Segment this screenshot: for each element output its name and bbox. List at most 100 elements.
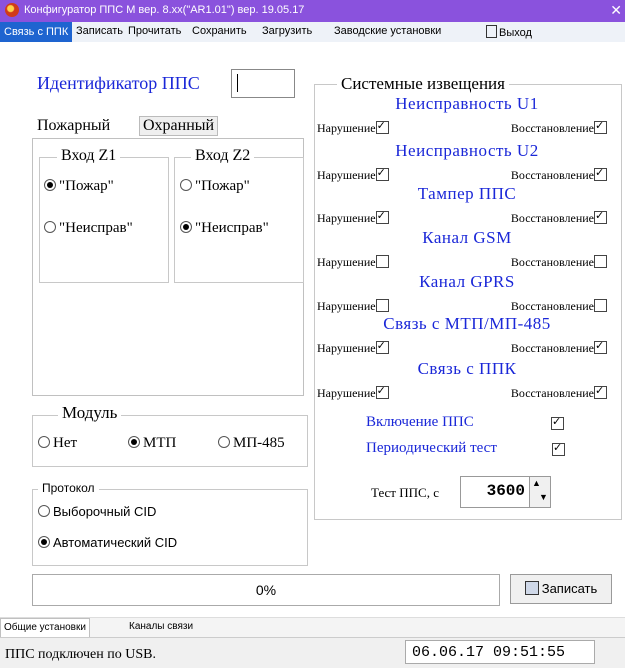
tab-communication-channels[interactable]: Каналы связи (129, 621, 193, 632)
tab-security[interactable]: Охранный (139, 116, 219, 136)
violation-option[interactable]: Нарушение (317, 255, 389, 270)
violation-option[interactable]: Нарушение (317, 384, 389, 401)
violation-option[interactable]: Нарушение (317, 166, 389, 183)
module-none-radio[interactable] (38, 436, 50, 448)
protocol-auto-radio[interactable] (38, 536, 50, 548)
close-icon[interactable]: ✕ (610, 2, 622, 19)
zone-z1-option-fault[interactable]: "Неисправ" (44, 220, 133, 237)
tab-general-settings[interactable]: Общие установки (0, 618, 90, 638)
text-cursor (237, 74, 238, 92)
menu-item-connect[interactable]: Связь с ППК (0, 22, 73, 42)
restore-option[interactable]: Восстановление (511, 209, 607, 226)
zone-z1-fault-radio[interactable] (44, 221, 56, 233)
spin-up-icon[interactable]: ▲ (532, 478, 541, 488)
zone-z1-title: Вход Z1 (57, 147, 121, 165)
notification-row: Нарушение Восстановление (317, 166, 607, 183)
zone-z2-fire-radio[interactable] (180, 179, 192, 191)
module-mtp-radio[interactable] (128, 436, 140, 448)
module-mp485-radio[interactable] (218, 436, 230, 448)
restore-checkbox[interactable] (594, 166, 607, 181)
restore-option[interactable]: Восстановление (511, 299, 607, 314)
protocol-option-selective[interactable]: Выборочный CID (38, 504, 156, 519)
notification-row: Нарушение Восстановление (317, 119, 607, 136)
notification-title: Связь с МТП/МП-485 (383, 314, 551, 333)
restore-option[interactable]: Восстановление (511, 255, 607, 270)
zone-z1-option-fire[interactable]: "Пожар" (44, 178, 114, 195)
status-message: ППС подключен по USB. (5, 647, 156, 662)
notification-title: Неисправность U2 (395, 141, 539, 160)
zone-z2-option-fault[interactable]: "Неисправ" (180, 220, 269, 237)
violation-option[interactable]: Нарушение (317, 209, 389, 226)
zone-z1-fire-label: "Пожар" (59, 178, 114, 194)
pps-on-label: Включение ППС (366, 414, 474, 430)
violation-option[interactable]: Нарушение (317, 299, 389, 314)
progress-bar: 0% (32, 574, 500, 606)
violation-checkbox[interactable] (375, 299, 389, 312)
module-option-none[interactable]: Нет (38, 435, 77, 452)
violation-option[interactable]: Нарушение (317, 119, 389, 136)
menu-item-save[interactable]: Сохранить (192, 25, 247, 37)
violation-label: Нарушение (317, 299, 376, 313)
protocol-title: Протокол (38, 481, 99, 495)
menu-item-write[interactable]: Записать (76, 25, 123, 37)
zone-z1-fire-radio[interactable] (44, 179, 56, 191)
violation-checkbox[interactable] (375, 119, 389, 134)
restore-option[interactable]: Восстановление (511, 339, 607, 356)
menu-item-exit[interactable]: Выход (486, 25, 532, 39)
restore-checkbox[interactable] (594, 384, 607, 399)
write-button-label: Записать (541, 581, 598, 596)
violation-checkbox[interactable] (375, 339, 389, 354)
pps-on-checkbox[interactable] (551, 415, 564, 430)
restore-checkbox[interactable] (594, 209, 607, 224)
periodic-test-row[interactable]: Периодический тест (366, 440, 497, 457)
restore-checkbox[interactable] (594, 299, 607, 312)
test-period-spinner[interactable]: ▲ ▼ (529, 476, 551, 508)
restore-option[interactable]: Восстановление (511, 384, 607, 401)
periodic-test-checkbox[interactable] (552, 441, 565, 456)
test-period-input[interactable]: 3600 (460, 476, 530, 508)
window-title: Конфигуратор ППС М вер. 8.xx("AR1.01") в… (24, 4, 305, 16)
notification-title: Тампер ППС (417, 184, 517, 203)
violation-checkbox[interactable] (375, 384, 389, 399)
notification-title: Неисправность U1 (395, 94, 539, 113)
notification-row: Нарушение Восстановление (317, 255, 607, 269)
zone-z2-fault-radio[interactable] (180, 221, 192, 233)
protocol-selective-radio[interactable] (38, 505, 50, 517)
notification-row: Нарушение Восстановление (317, 339, 607, 356)
notification-row: Нарушение Восстановление (317, 299, 607, 313)
notification-row: Нарушение Восстановление (317, 384, 607, 401)
violation-checkbox[interactable] (375, 166, 389, 181)
zone-z2-fire-label: "Пожар" (195, 178, 250, 194)
menu-item-factory-settings[interactable]: Заводские установки (334, 25, 441, 37)
identifier-input[interactable] (231, 69, 295, 98)
restore-label: Восстановление (510, 299, 594, 313)
restore-checkbox[interactable] (594, 339, 607, 354)
status-bar: ППС подключен по USB. 06.06.17 09:51:55 (0, 637, 625, 668)
restore-checkbox[interactable] (594, 255, 607, 268)
pps-on-row[interactable]: Включение ППС (366, 414, 474, 431)
restore-option[interactable]: Восстановление (511, 166, 607, 183)
menu-item-read[interactable]: Прочитать (128, 25, 181, 37)
restore-option[interactable]: Восстановление (511, 119, 607, 136)
zone-z2-option-fire[interactable]: "Пожар" (180, 178, 250, 195)
main-panel: Идентификатор ППС Пожарный Охранный Вход… (0, 42, 625, 612)
violation-label: Нарушение (317, 211, 376, 225)
spin-down-icon[interactable]: ▼ (539, 492, 548, 502)
menu-item-exit-label: Выход (499, 27, 532, 39)
violation-label: Нарушение (317, 168, 376, 182)
protocol-group (32, 489, 308, 566)
violation-option[interactable]: Нарушение (317, 339, 389, 356)
violation-checkbox[interactable] (375, 209, 389, 224)
menu-item-load[interactable]: Загрузить (262, 25, 312, 37)
violation-label: Нарушение (317, 341, 376, 355)
violation-checkbox[interactable] (375, 255, 389, 268)
module-title: Модуль (58, 403, 122, 423)
restore-checkbox[interactable] (594, 119, 607, 134)
tab-fire[interactable]: Пожарный (37, 117, 110, 135)
status-datetime: 06.06.17 09:51:55 (405, 640, 595, 664)
module-option-mp485[interactable]: МП-485 (218, 435, 285, 452)
module-option-mtp[interactable]: МТП (128, 435, 176, 452)
protocol-option-auto[interactable]: Автоматический CID (38, 535, 177, 550)
write-button[interactable]: Записать (510, 574, 612, 604)
bottom-tabs: Общие установки Каналы связи (0, 617, 625, 638)
